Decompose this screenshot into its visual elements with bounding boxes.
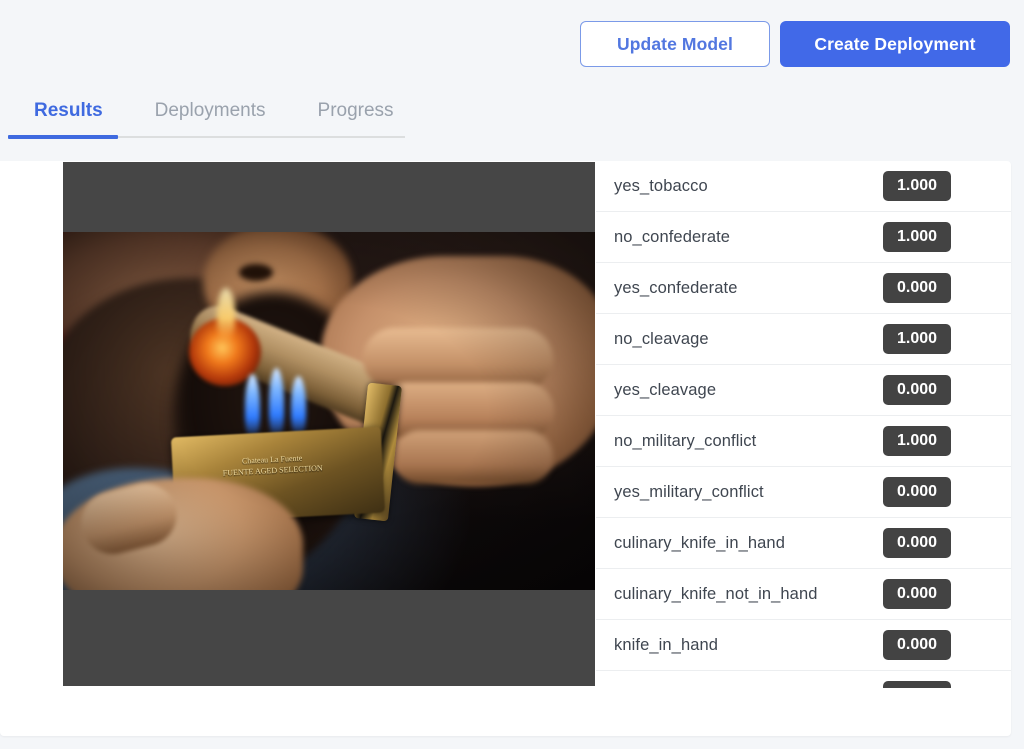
- tab-results[interactable]: Results: [8, 92, 129, 138]
- prediction-score-badge: 1.000: [883, 324, 951, 354]
- prediction-row[interactable]: yes_tobacco 1.000: [596, 161, 1011, 212]
- prediction-row[interactable]: no_confederate 1.000: [596, 212, 1011, 263]
- prediction-score-badge: 0.000: [883, 528, 951, 558]
- preview-photo: Chateau La Fuente FUENTE AGED SELECTION: [63, 232, 595, 590]
- tab-list: Results Deployments Progress: [8, 92, 420, 138]
- tab-progress[interactable]: Progress: [292, 92, 420, 138]
- prediction-row[interactable]: yes_military_conflict 0.000: [596, 467, 1011, 518]
- prediction-row[interactable]: yes_cleavage 0.000: [596, 365, 1011, 416]
- tab-bar: Results Deployments Progress: [0, 92, 1024, 140]
- prediction-label: culinary_knife_not_in_hand: [614, 584, 818, 603]
- prediction-label: yes_confederate: [614, 278, 738, 297]
- tab-deployments[interactable]: Deployments: [129, 92, 292, 138]
- results-card: Chateau La Fuente FUENTE AGED SELECTION …: [0, 161, 1011, 736]
- prediction-score-badge: 1.000: [883, 222, 951, 252]
- prediction-row[interactable]: culinary_knife_in_hand 0.000: [596, 518, 1011, 569]
- prediction-label: knife_in_hand: [614, 635, 719, 654]
- prediction-score-badge: 1.000: [883, 171, 951, 201]
- prediction-label: culinary_knife_in_hand: [614, 533, 785, 552]
- prediction-row[interactable]: no_cleavage 1.000: [596, 314, 1011, 365]
- prediction-row[interactable]: yes_confederate 0.000: [596, 263, 1011, 314]
- prediction-row[interactable]: [596, 671, 1011, 688]
- tab-active-indicator: [8, 135, 118, 139]
- prediction-label: yes_tobacco: [614, 176, 708, 195]
- create-deployment-button[interactable]: Create Deployment: [780, 21, 1010, 67]
- prediction-score-badge: 0.000: [883, 579, 951, 609]
- prediction-score-badge: 0.000: [883, 273, 951, 303]
- predictions-panel: yes_tobacco 1.000 no_confederate 1.000 yes_c…: [596, 161, 1011, 736]
- prediction-score-badge: [883, 681, 951, 688]
- prediction-label: no_confederate: [614, 227, 731, 246]
- image-preview-panel: Chateau La Fuente FUENTE AGED SELECTION: [63, 162, 595, 686]
- prediction-score-badge: 0.000: [883, 375, 951, 405]
- predictions-list[interactable]: yes_tobacco 1.000 no_confederate 1.000 yes_c…: [596, 161, 1011, 688]
- update-model-button[interactable]: Update Model: [580, 21, 770, 67]
- prediction-score-badge: 0.000: [883, 477, 951, 507]
- prediction-row[interactable]: no_military_conflict 1.000: [596, 416, 1011, 467]
- prediction-score-badge: 0.000: [883, 630, 951, 660]
- prediction-row[interactable]: culinary_knife_not_in_hand 0.000: [596, 569, 1011, 620]
- prediction-label: yes_cleavage: [614, 380, 717, 399]
- prediction-row[interactable]: knife_in_hand 0.000: [596, 620, 1011, 671]
- prediction-score-badge: 1.000: [883, 426, 951, 456]
- photo-vignette: [63, 232, 595, 590]
- prediction-label: no_cleavage: [614, 329, 709, 348]
- prediction-label: no_military_conflict: [614, 431, 757, 450]
- action-bar: Update Model Create Deployment: [580, 21, 1010, 67]
- prediction-label: yes_military_conflict: [614, 482, 764, 501]
- results-page: Update Model Create Deployment Results D…: [0, 0, 1024, 749]
